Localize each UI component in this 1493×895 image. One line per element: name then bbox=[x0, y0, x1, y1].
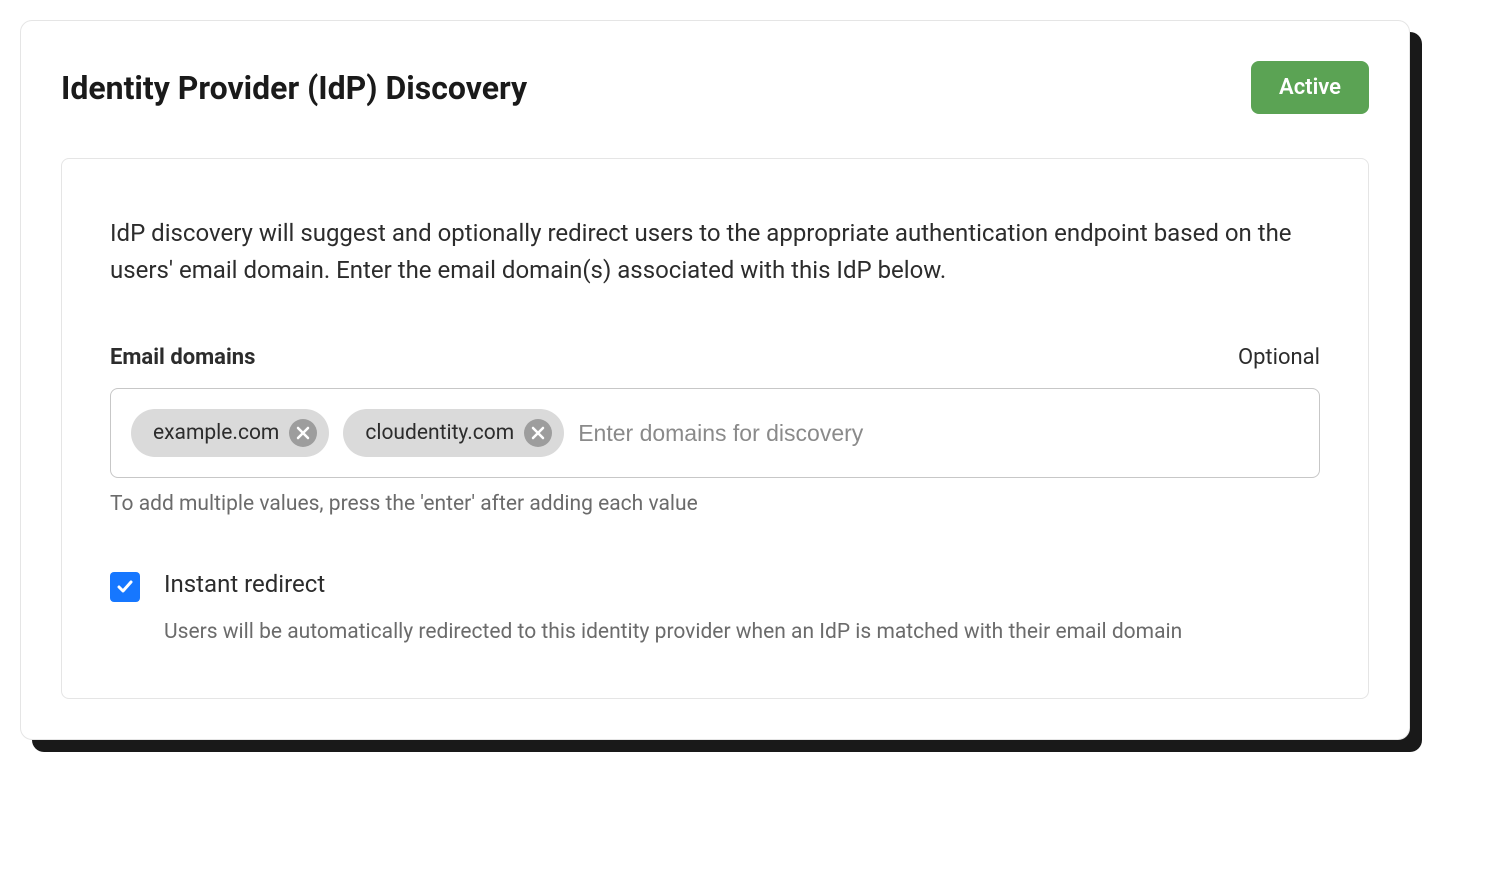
page-title: Identity Provider (IdP) Discovery bbox=[61, 69, 527, 107]
status-badge[interactable]: Active bbox=[1251, 61, 1369, 114]
domain-chip: example.com bbox=[131, 409, 329, 457]
description-text: IdP discovery will suggest and optionall… bbox=[110, 215, 1320, 289]
close-icon[interactable] bbox=[289, 419, 317, 447]
domain-text-input[interactable] bbox=[578, 420, 1299, 447]
domain-chip: cloudentity.com bbox=[343, 409, 564, 457]
instant-redirect-description: Users will be automatically redirected t… bbox=[164, 616, 1320, 650]
domain-chip-text: cloudentity.com bbox=[365, 421, 514, 445]
field-header: Email domains Optional bbox=[110, 345, 1320, 370]
email-domains-input[interactable]: example.com cloudentity.com bbox=[110, 388, 1320, 478]
helper-text: To add multiple values, press the 'enter… bbox=[110, 492, 1320, 516]
panel-header: Identity Provider (IdP) Discovery Active bbox=[61, 61, 1369, 114]
instant-redirect-checkbox[interactable] bbox=[110, 572, 140, 602]
checkbox-content: Instant redirect Users will be automatic… bbox=[164, 570, 1320, 650]
instant-redirect-label: Instant redirect bbox=[164, 570, 1320, 598]
instant-redirect-row: Instant redirect Users will be automatic… bbox=[110, 570, 1320, 650]
content-card: IdP discovery will suggest and optionall… bbox=[61, 158, 1369, 699]
domain-chip-text: example.com bbox=[153, 421, 279, 445]
optional-label: Optional bbox=[1238, 345, 1320, 370]
email-domains-label: Email domains bbox=[110, 345, 255, 370]
close-icon[interactable] bbox=[524, 419, 552, 447]
idp-discovery-panel: Identity Provider (IdP) Discovery Active… bbox=[20, 20, 1410, 740]
